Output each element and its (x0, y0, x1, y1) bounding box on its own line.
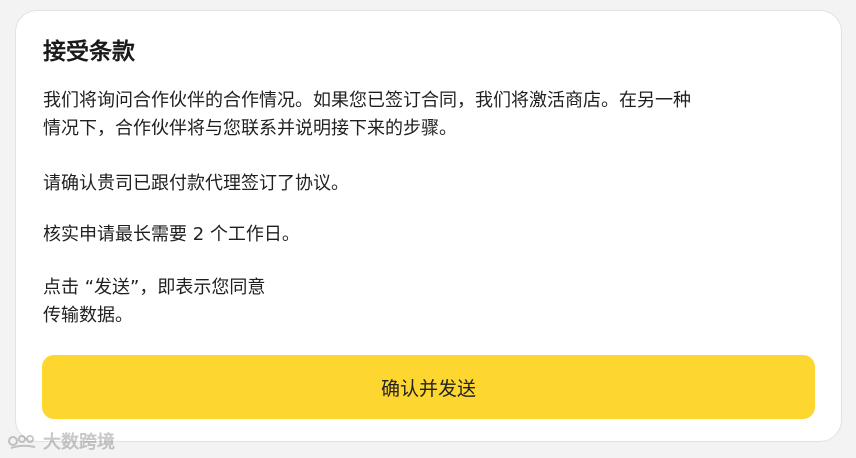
watermark-text: 大数跨境 (43, 432, 115, 453)
watermark-logo-icon (8, 435, 36, 449)
verification-notice: 核实申请最长需要 2 个工作日。 (43, 224, 300, 245)
intro-paragraph: 我们将询问合作伙伴的合作情况。如果您已签订合同，我们将激活商店。在另一种 情况下… (43, 87, 691, 143)
confirm-and-send-button[interactable]: 确认并发送 (42, 355, 815, 419)
watermark: 大数跨境 (8, 428, 115, 454)
consent-line-1: 点击 “发送”，即表示您同意 (43, 277, 266, 298)
consent-notice: 点击 “发送”，即表示您同意 传输数据。 (43, 274, 265, 330)
intro-line-2: 情况下，合作伙伴将与您联系并说明接下来的步骤。 (43, 118, 457, 139)
consent-line-2: 传输数据。 (43, 305, 133, 326)
terms-dialog: 接受条款 我们将询问合作伙伴的合作情况。如果您已签订合同，我们将激活商店。在另一… (15, 10, 842, 442)
agreement-notice: 请确认贵司已跟付款代理签订了协议。 (43, 173, 349, 194)
intro-line-1: 我们将询问合作伙伴的合作情况。如果您已签订合同，我们将激活商店。在另一种 (43, 90, 691, 111)
dialog-title: 接受条款 (43, 39, 135, 65)
